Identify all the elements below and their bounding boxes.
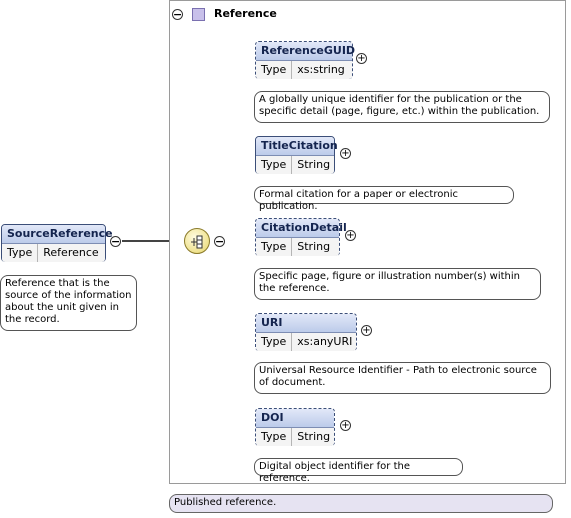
expand-icon[interactable]: + bbox=[356, 53, 367, 64]
element-type-row: Type Reference bbox=[2, 244, 105, 262]
element-title-citation[interactable]: TitleCitation Type String bbox=[255, 136, 338, 174]
root-element[interactable]: SourceReference Type Reference bbox=[1, 224, 113, 262]
type-label: Type bbox=[256, 156, 293, 174]
element-type-row: Type String bbox=[256, 428, 334, 446]
expand-icon[interactable]: + bbox=[340, 420, 351, 431]
element-type-row: Type xs:string bbox=[256, 61, 352, 79]
type-value: xs:anyURI bbox=[297, 335, 353, 348]
type-label: Type bbox=[256, 333, 293, 351]
type-value: String bbox=[297, 430, 331, 443]
type-value: xs:string bbox=[297, 63, 345, 76]
sequence-icon[interactable] bbox=[184, 228, 210, 254]
type-label: Type bbox=[256, 428, 293, 446]
documentation-title-citation: Formal citation for a paper or electroni… bbox=[254, 186, 514, 212]
type-label: Type bbox=[2, 244, 39, 262]
element-name: URI bbox=[256, 314, 356, 333]
complex-type-documentation: Published reference. bbox=[169, 494, 553, 513]
type-value: String bbox=[297, 240, 331, 253]
element-reference-guid[interactable]: ReferenceGUID Type xs:string bbox=[255, 41, 355, 79]
element-name: ReferenceGUID bbox=[256, 42, 355, 61]
element-type-row: Type String bbox=[256, 238, 339, 256]
type-value: String bbox=[297, 158, 331, 171]
element-type-row: Type xs:anyURI bbox=[256, 333, 356, 351]
complex-type-icon bbox=[192, 8, 205, 21]
element-name: SourceReference bbox=[2, 225, 113, 244]
type-value: Reference bbox=[43, 246, 99, 259]
documentation-uri: Universal Resource Identifier - Path to … bbox=[254, 362, 551, 394]
type-label: Type bbox=[256, 61, 293, 79]
type-label: Type bbox=[256, 238, 293, 256]
collapse-icon[interactable]: − bbox=[172, 9, 183, 20]
documentation-citation-detail: Specific page, figure or illustration nu… bbox=[254, 268, 541, 300]
complex-type-box bbox=[169, 0, 566, 484]
element-name: TitleCitation bbox=[256, 137, 338, 156]
sequence-glyph bbox=[191, 235, 203, 249]
element-type-row: Type String bbox=[256, 156, 334, 174]
root-documentation: Reference that is the source of the info… bbox=[0, 275, 137, 331]
expand-icon[interactable]: + bbox=[345, 230, 356, 241]
documentation-doi: Digital object identifier for the refere… bbox=[254, 458, 463, 484]
complex-type-title: Reference bbox=[214, 7, 277, 20]
expand-icon[interactable]: + bbox=[361, 325, 372, 336]
element-name: CitationDetail bbox=[256, 219, 347, 238]
element-doi[interactable]: DOI Type String bbox=[255, 408, 335, 446]
collapse-icon[interactable]: − bbox=[214, 236, 225, 247]
element-citation-detail[interactable]: CitationDetail Type String bbox=[255, 218, 347, 256]
expand-icon[interactable]: + bbox=[340, 148, 351, 159]
documentation-reference-guid: A globally unique identifier for the pub… bbox=[254, 91, 550, 123]
element-name: DOI bbox=[256, 409, 334, 428]
collapse-icon[interactable]: − bbox=[110, 236, 121, 247]
element-uri[interactable]: URI Type xs:anyURI bbox=[255, 313, 357, 351]
